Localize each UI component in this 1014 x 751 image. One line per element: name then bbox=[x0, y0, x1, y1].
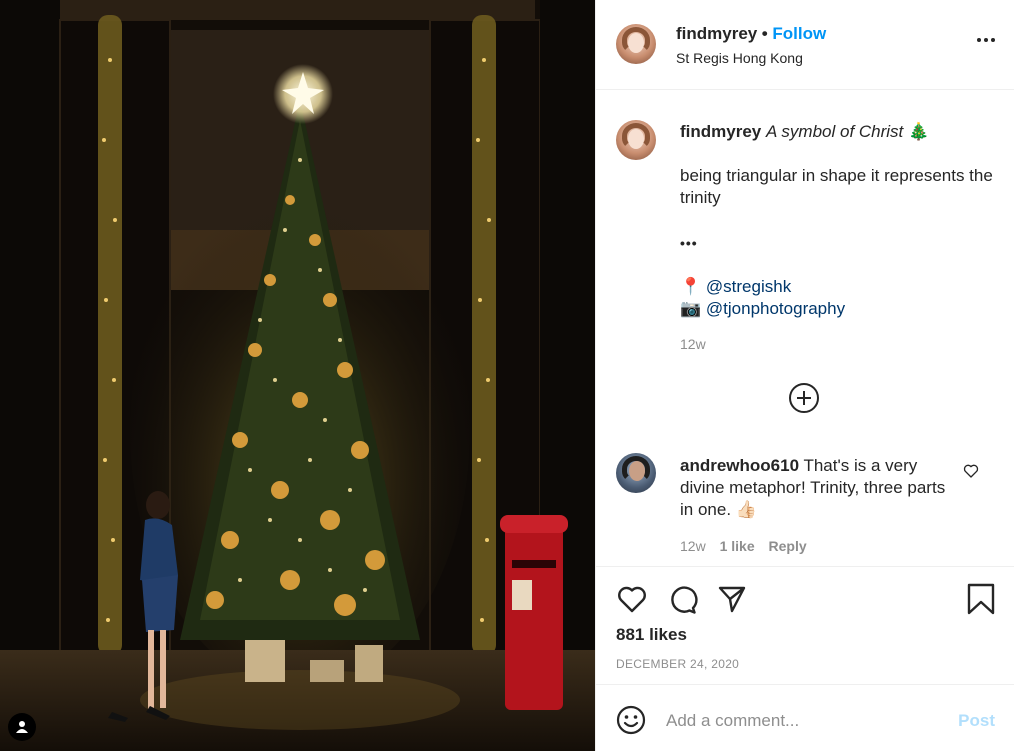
comment-composer: Add a comment... Post bbox=[596, 684, 1014, 751]
post-comment-button[interactable]: Post bbox=[958, 711, 995, 731]
post-photo[interactable] bbox=[0, 0, 595, 751]
caption-ellipsis: ••• bbox=[680, 235, 698, 251]
share-icon[interactable] bbox=[716, 583, 748, 620]
comment-meta: 12w 1 like Reply bbox=[680, 538, 807, 554]
author-avatar[interactable] bbox=[616, 24, 656, 64]
post-date[interactable]: DECEMBER 24, 2020 bbox=[616, 657, 739, 671]
tree-emoji: 🎄 bbox=[908, 122, 930, 141]
heart-icon[interactable] bbox=[616, 583, 648, 620]
camera-emoji: 📷 bbox=[680, 299, 702, 318]
author-username[interactable]: findmyrey bbox=[676, 24, 757, 43]
comment-text-block: andrewhoo610 That's is a very divine met… bbox=[680, 455, 950, 521]
commenter-username[interactable]: andrewhoo610 bbox=[680, 456, 799, 475]
post-header: findmyrey • Follow St Regis Hong Kong bbox=[596, 0, 1014, 90]
follow-button[interactable]: Follow bbox=[772, 24, 826, 43]
more-options-icon[interactable] bbox=[977, 38, 995, 42]
post-location[interactable]: St Regis Hong Kong bbox=[676, 50, 803, 66]
mention-stregishk[interactable]: @stregishk bbox=[706, 277, 791, 296]
caption-timestamp[interactable]: 12w bbox=[680, 336, 706, 352]
user-tag-icon[interactable] bbox=[8, 713, 36, 741]
likes-count[interactable]: 881 likes bbox=[616, 625, 687, 645]
emoji-icon[interactable] bbox=[616, 705, 646, 740]
caption-title: A symbol of Christ bbox=[765, 122, 904, 141]
comment-icon[interactable] bbox=[666, 583, 698, 620]
caption-title-line: findmyrey A symbol of Christ 🎄 bbox=[680, 121, 995, 143]
pin-emoji: 📍 bbox=[680, 277, 702, 296]
bookmark-icon[interactable] bbox=[966, 583, 996, 620]
comment-like-heart-icon[interactable] bbox=[963, 463, 979, 484]
christmas-tree-photo bbox=[0, 0, 595, 751]
caption-body: being triangular in shape it represents … bbox=[680, 166, 993, 207]
caption-username[interactable]: findmyrey bbox=[680, 122, 761, 141]
separator-dot: • bbox=[761, 24, 773, 43]
comment-reply-button[interactable]: Reply bbox=[769, 538, 807, 554]
post-actions: 881 likes DECEMBER 24, 2020 bbox=[596, 566, 1014, 684]
mention-tjonphotography[interactable]: @tjonphotography bbox=[706, 299, 845, 318]
commenter-avatar[interactable] bbox=[616, 453, 656, 493]
caption-avatar[interactable] bbox=[616, 120, 656, 160]
post-details-panel: findmyrey • Follow St Regis Hong Kong fi… bbox=[595, 0, 1014, 751]
caption-mention-line-2: 📷 @tjonphotography bbox=[680, 298, 995, 320]
thumbs-up-emoji: 👍🏻 bbox=[735, 500, 757, 519]
comment-input[interactable]: Add a comment... bbox=[666, 711, 799, 731]
comment-timestamp[interactable]: 12w bbox=[680, 538, 706, 554]
add-circle-icon[interactable] bbox=[789, 383, 819, 413]
caption-mention-line-1: 📍 @stregishk bbox=[680, 276, 995, 298]
comment-likes[interactable]: 1 like bbox=[720, 538, 755, 554]
